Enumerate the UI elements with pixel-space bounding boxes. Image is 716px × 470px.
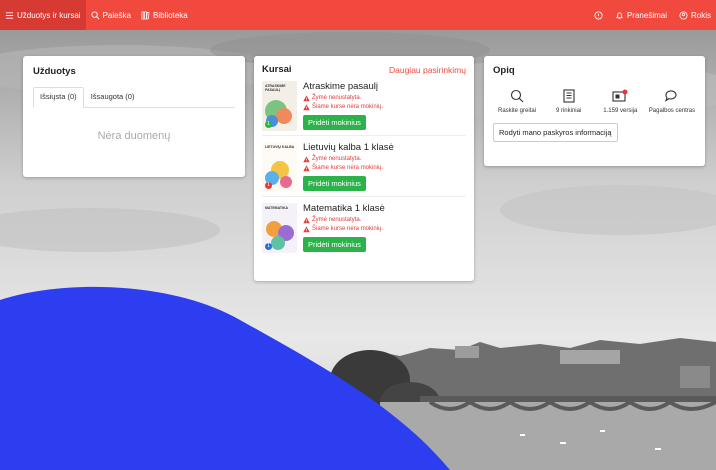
tab-sent[interactable]: Išsiųsta (0): [33, 87, 84, 108]
warning-icon: [303, 226, 310, 233]
help-center-item[interactable]: Pagalbos centras: [648, 88, 696, 115]
add-students-button[interactable]: Pridėti mokinius: [303, 237, 366, 252]
cover-title: MATEMATIKA: [265, 206, 289, 210]
version-icon: [612, 89, 628, 102]
bell-icon: [616, 11, 623, 19]
add-students-button[interactable]: Pridėti mokinius: [303, 115, 366, 130]
version-label: 1.159 versija: [603, 108, 638, 114]
more-options-link[interactable]: Daugiau pasirinkimų: [389, 65, 466, 75]
course-cover[interactable]: LIETUVIŲ KALBA 1: [262, 142, 297, 192]
course-cover[interactable]: MATEMATIKA 1: [262, 203, 297, 253]
user-icon: [679, 10, 688, 20]
warning-no-students: Šiame kurse nėra mokinių.: [303, 103, 466, 112]
nav-tasks-label: Užduotys ir kursai: [17, 10, 81, 20]
warning-no-students: Šiame kurse nėra mokinių.: [303, 164, 466, 173]
opiq-title: Opiq: [493, 65, 515, 76]
warning-text: Žymė nenustatyta.: [312, 217, 362, 223]
notifications-label: Pranešimai: [626, 10, 667, 20]
course-name[interactable]: Matematika 1 klasė: [303, 203, 466, 214]
nav-tasks-and-courses[interactable]: Užduotys ir kursai: [0, 0, 86, 30]
warning-text: Šiame kurse nėra mokinių.: [312, 226, 384, 232]
courses-card: Kursai Daugiau pasirinkimų ATRASKIME PAS…: [254, 56, 474, 281]
list-icon: [5, 11, 14, 19]
top-navigation-bar: Užduotys ir kursai Paieška Biblioteka Pr…: [0, 0, 716, 30]
warning-text: Šiame kurse nėra mokinių.: [312, 104, 384, 110]
tab-saved[interactable]: Išsaugota (0): [84, 87, 142, 107]
nav-library-label: Biblioteka: [153, 10, 188, 20]
courses-title: Kursai: [262, 64, 292, 75]
collections-label: 9 rinkiniai: [555, 108, 582, 114]
course-name[interactable]: Lietuvių kalba 1 klasė: [303, 142, 466, 153]
warning-text: Žymė nenustatyta.: [312, 95, 362, 101]
nav-search-label: Paieška: [102, 10, 132, 20]
opiq-card: Opiq Raskite greitai 9 rinkiniai 1.159 v…: [484, 56, 705, 166]
quick-find-item[interactable]: Raskite greitai: [493, 88, 541, 115]
warning-no-label: Žymė nenustatyta.: [303, 155, 466, 164]
help-icon: [594, 10, 603, 20]
quick-find-label: Raskite greitai: [497, 108, 536, 114]
grade-badge: 1: [265, 182, 272, 189]
books-icon: [141, 11, 150, 20]
warning-no-label: Žymė nenustatyta.: [303, 94, 466, 103]
course-item: LIETUVIŲ KALBA 1 Lietuvių kalba 1 klasė …: [262, 136, 466, 197]
course-cover[interactable]: ATRASKIME PASAULĮ 1: [262, 81, 297, 131]
warning-text: Šiame kurse nėra mokinių.: [312, 165, 384, 171]
warning-no-label: Žymė nenustatyta.: [303, 216, 466, 225]
tasks-tabs: Išsiųsta (0) Išsaugota (0): [33, 87, 235, 108]
user-label: Rokis: [690, 10, 711, 20]
cover-title: LIETUVIŲ KALBA: [265, 145, 295, 149]
help-button[interactable]: [589, 0, 608, 30]
empty-state-text: Nėra duomenų: [97, 130, 171, 142]
notifications-button[interactable]: Pranešimai: [610, 0, 672, 30]
course-item: MATEMATIKA 1 Matematika 1 klasė Žymė nen…: [262, 197, 466, 257]
grade-badge: 1: [265, 121, 272, 128]
course-item: ATRASKIME PASAULĮ 1 Atraskime pasaulį Žy…: [262, 75, 466, 136]
chat-icon: [664, 90, 677, 102]
version-item[interactable]: 1.159 versija: [596, 88, 644, 115]
collections-item[interactable]: 9 rinkiniai: [545, 88, 593, 115]
add-students-button[interactable]: Pridėti mokinius: [303, 176, 366, 191]
search-icon: [91, 10, 99, 19]
collection-icon: [563, 89, 575, 103]
grade-badge: 1: [265, 243, 272, 250]
user-menu[interactable]: Rokis: [674, 0, 716, 30]
warning-icon: [303, 165, 310, 172]
nav-search[interactable]: Paieška: [86, 0, 136, 30]
cover-title: ATRASKIME PASAULĮ: [265, 84, 286, 92]
warning-text: Žymė nenustatyta.: [312, 156, 362, 162]
course-name[interactable]: Atraskime pasaulį: [303, 81, 466, 92]
help-center-label: Pagalbos centras: [648, 108, 696, 114]
warning-icon: [303, 95, 310, 102]
account-info-button[interactable]: Rodyti mano paskyros informaciją: [493, 123, 618, 143]
tasks-card: Užduotys Išsiųsta (0) Išsaugota (0) Nėra…: [23, 56, 245, 177]
search-icon: [510, 89, 524, 103]
warning-icon: [303, 104, 310, 111]
warning-icon: [303, 156, 310, 163]
warning-no-students: Šiame kurse nėra mokinių.: [303, 225, 466, 234]
nav-library[interactable]: Biblioteka: [136, 0, 193, 30]
tasks-title: Užduotys: [33, 66, 76, 77]
warning-icon: [303, 217, 310, 224]
